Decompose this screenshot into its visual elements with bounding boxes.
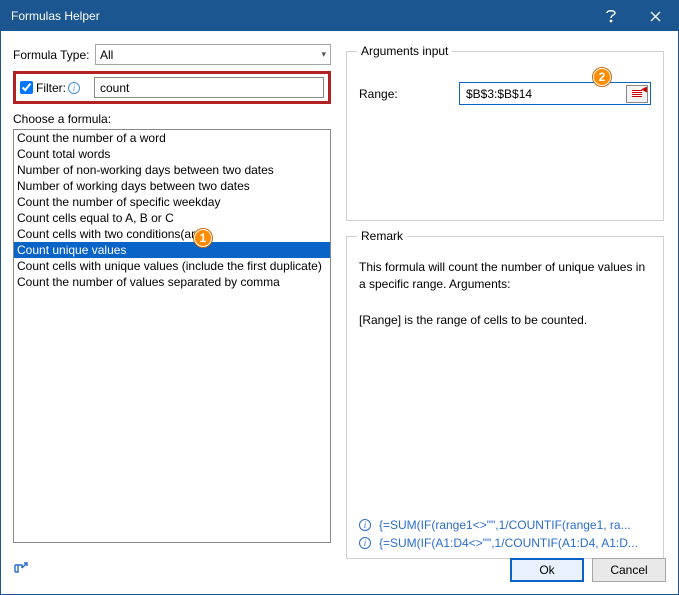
range-picker-button[interactable] bbox=[626, 85, 648, 103]
info-icon: i bbox=[359, 519, 371, 531]
dialog-footer: Ok Cancel bbox=[11, 556, 666, 584]
list-item[interactable]: Count unique values bbox=[14, 242, 330, 258]
cancel-button[interactable]: Cancel bbox=[592, 558, 666, 582]
remark-text-2: [Range] is the range of cells to be coun… bbox=[359, 312, 651, 329]
formula-type-value: All bbox=[100, 48, 321, 62]
annotation-1: 1 bbox=[194, 229, 212, 247]
help-button[interactable] bbox=[588, 1, 633, 31]
list-item[interactable]: Count the number of values separated by … bbox=[14, 274, 330, 290]
info-icon[interactable]: i bbox=[68, 82, 80, 94]
formula-listbox[interactable]: Count the number of a word Count total w… bbox=[13, 129, 331, 543]
external-link-icon[interactable] bbox=[11, 561, 29, 579]
window-title: Formulas Helper bbox=[11, 9, 588, 23]
annotation-2: 2 bbox=[593, 68, 611, 86]
filter-row: Filter: i bbox=[13, 71, 331, 104]
list-item[interactable]: Count cells equal to A, B or C bbox=[14, 210, 330, 226]
formula-link-1[interactable]: i {=SUM(IF(range1<>"",1/COUNTIF(range1, … bbox=[357, 518, 653, 532]
formula-link-text: {=SUM(IF(range1<>"",1/COUNTIF(range1, ra… bbox=[379, 518, 631, 532]
choose-formula-label: Choose a formula: bbox=[13, 112, 331, 126]
ok-label: Ok bbox=[539, 563, 554, 577]
cancel-label: Cancel bbox=[610, 563, 647, 577]
range-label: Range: bbox=[359, 87, 459, 101]
chevron-down-icon: ▾ bbox=[321, 49, 326, 60]
range-picker-icon bbox=[632, 90, 642, 98]
close-button[interactable] bbox=[633, 1, 678, 31]
remark-legend: Remark bbox=[357, 229, 407, 243]
filter-input[interactable] bbox=[94, 77, 324, 98]
formula-link-text: {=SUM(IF(A1:D4<>"",1/COUNTIF(A1:D4, A1:D… bbox=[379, 536, 638, 550]
list-item[interactable]: Number of working days between two dates bbox=[14, 178, 330, 194]
ok-button[interactable]: Ok bbox=[510, 558, 584, 582]
info-icon: i bbox=[359, 537, 371, 549]
remark-fieldset: Remark This formula will count the numbe… bbox=[346, 229, 664, 559]
remark-text-1: This formula will count the number of un… bbox=[359, 259, 651, 294]
range-value: $B$3:$B$14 bbox=[466, 87, 626, 101]
filter-label: Filter: bbox=[36, 81, 66, 95]
formula-link-2[interactable]: i {=SUM(IF(A1:D4<>"",1/COUNTIF(A1:D4, A1… bbox=[357, 536, 653, 550]
titlebar: Formulas Helper bbox=[1, 1, 678, 31]
formula-type-select[interactable]: All ▾ bbox=[95, 44, 331, 65]
list-item[interactable]: Count the number of specific weekday bbox=[14, 194, 330, 210]
list-item[interactable]: Number of non-working days between two d… bbox=[14, 162, 330, 178]
formulas-helper-dialog: Formulas Helper Formula Type: All ▾ Filt… bbox=[0, 0, 679, 595]
formula-type-label: Formula Type: bbox=[13, 48, 95, 62]
arguments-legend: Arguments input bbox=[357, 44, 452, 58]
arguments-fieldset: Arguments input Range: $B$3:$B$14 2 bbox=[346, 44, 664, 221]
filter-checkbox[interactable] bbox=[20, 81, 33, 94]
list-item[interactable]: Count cells with unique values (include … bbox=[14, 258, 330, 274]
range-input[interactable]: $B$3:$B$14 bbox=[459, 82, 651, 105]
list-item[interactable]: Count cells with two conditions(and) bbox=[14, 226, 330, 242]
list-item[interactable]: Count the number of a word bbox=[14, 130, 330, 146]
list-item[interactable]: Count total words bbox=[14, 146, 330, 162]
